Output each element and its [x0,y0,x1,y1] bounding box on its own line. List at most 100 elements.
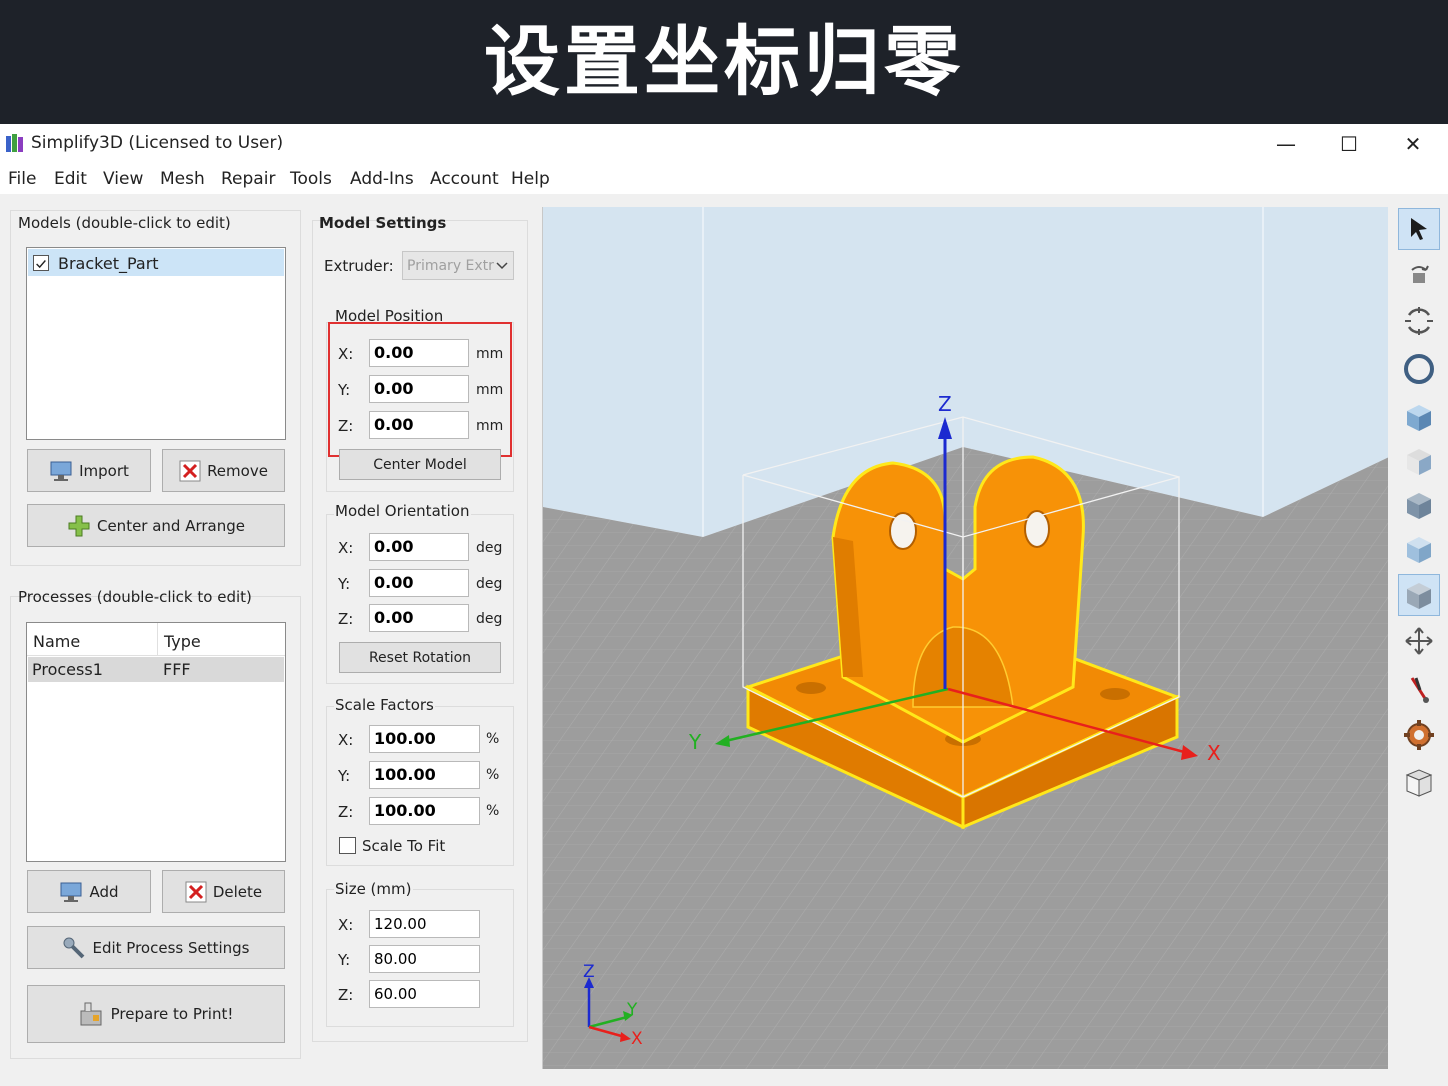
add-label: Add [89,882,119,901]
menu-view[interactable]: View [103,169,143,189]
cut-icon[interactable] [1398,668,1440,710]
x-axis-label: X [1207,741,1221,765]
extruder-label: Extruder: [324,257,394,275]
extruder-select[interactable]: Primary Extruder [402,251,514,280]
scale-y-unit: % [486,767,500,783]
window-title: Simplify3D (Licensed to User) [31,133,284,153]
center-arrange-button[interactable]: Center and Arrange [27,504,285,547]
close-button[interactable]: ✕ [1393,130,1433,158]
column-name[interactable]: Name [33,632,80,651]
orientation-y-label: Y: [338,575,351,593]
move-icon[interactable] [1398,254,1440,296]
gizmo-z-label: Z [583,962,595,982]
add-process-button[interactable]: Add [27,870,151,913]
view-front-icon[interactable] [1398,440,1440,482]
gear-icon[interactable] [1398,714,1440,756]
app-logo-icon [6,134,23,152]
scale-y-input[interactable]: 100.00 [369,761,480,789]
translate-icon[interactable] [1398,620,1440,662]
reset-rotation-button[interactable]: Reset Rotation [339,642,501,673]
model-checkbox[interactable] [33,255,49,271]
table-row[interactable]: Process1 FFF [28,657,284,682]
process-type: FFF [163,660,191,679]
print-icon [80,1002,102,1026]
edit-process-label: Edit Process Settings [92,938,250,957]
menu-repair[interactable]: Repair [221,169,275,189]
extruder-value: Primary Extruder [407,258,495,274]
add-icon [60,882,82,902]
menu-account[interactable]: Account [430,169,499,189]
import-icon [50,461,72,481]
menu-add-ins[interactable]: Add-Ins [350,169,414,189]
import-label: Import [79,461,129,480]
remove-button[interactable]: Remove [162,449,285,492]
model-name: Bracket_Part [58,254,159,273]
scale-to-fit-label[interactable]: Scale To Fit [362,837,445,855]
scale-to-fit-checkbox[interactable] [339,837,356,854]
import-button[interactable]: Import [27,449,151,492]
column-type[interactable]: Type [164,632,201,651]
delete-icon [185,881,207,902]
delete-process-button[interactable]: Delete [162,870,285,913]
scale-z-input[interactable]: 100.00 [369,797,480,825]
menu-mesh[interactable]: Mesh [160,169,205,189]
scale-z-unit: % [486,803,500,819]
gizmo-x-label: X [631,1029,643,1049]
orientation-x-label: X: [338,539,354,557]
center-model-label: Center Model [373,456,467,473]
menu-help[interactable]: Help [511,169,550,189]
menu-file[interactable]: File [8,169,36,189]
orientation-z-input[interactable]: 0.00 [369,604,469,632]
view-back-icon[interactable] [1398,484,1440,526]
orbit-icon[interactable] [1398,348,1440,390]
scale-factors-header: Scale Factors [334,696,435,714]
caption-banner: 设置坐标归零 [0,0,1448,124]
orientation-x-input[interactable]: 0.00 [369,533,469,561]
orientation-x-unit: deg [476,540,503,556]
window-titlebar: Simplify3D (Licensed to User) — ☐ ✕ [0,124,1448,164]
scale-x-input[interactable]: 100.00 [369,725,480,753]
menu-tools[interactable]: Tools [290,169,332,189]
remove-icon [179,460,201,481]
menu-edit[interactable]: Edit [54,169,87,189]
size-z-label: Z: [338,986,354,1004]
edit-process-settings-button[interactable]: Edit Process Settings [27,926,285,969]
size-y-label: Y: [338,951,351,969]
gizmo-y-label: Y [626,1000,638,1020]
chevron-down-icon [496,262,508,270]
models-header: Models (double-click to edit) [18,214,231,232]
scale-z-label: Z: [338,803,354,821]
table-header: Name Type [27,623,285,656]
list-item[interactable]: Bracket_Part [28,249,284,276]
remove-label: Remove [207,461,268,480]
orientation-z-unit: deg [476,611,503,627]
scale-x-unit: % [486,731,500,747]
processes-table[interactable]: Name Type Process1 FFF [26,622,286,862]
model-settings-header: Model Settings [319,214,447,232]
processes-header: Processes (double-click to edit) [18,588,252,606]
wrench-icon [63,937,85,958]
prepare-label: Prepare to Print! [110,1005,234,1023]
cube-outline-icon[interactable] [1398,762,1440,804]
prepare-to-print-button[interactable]: Prepare to Print! [27,985,285,1043]
menu-bar: File Edit View Mesh Repair Tools Add-Ins… [0,164,1448,194]
3d-viewport[interactable]: Z Y X Z Y X [542,207,1388,1069]
scale-y-label: Y: [338,767,351,785]
view-left-icon[interactable] [1398,528,1440,570]
models-list[interactable]: Bracket_Part [26,247,286,440]
y-axis-label: Y [688,730,702,754]
view-default-icon[interactable] [1398,396,1440,438]
scene: Z Y X Z Y X [543,207,1388,1069]
maximize-button[interactable]: ☐ [1329,130,1369,158]
select-icon[interactable] [1398,208,1440,250]
minimize-button[interactable]: — [1266,130,1306,158]
delete-label: Delete [212,882,263,901]
center-model-button[interactable]: Center Model [339,449,501,480]
orientation-z-label: Z: [338,610,354,628]
z-axis-label: Z [938,392,952,416]
rotate-icon[interactable] [1398,300,1440,342]
orientation-y-input[interactable]: 0.00 [369,569,469,597]
model-orientation-header: Model Orientation [334,502,471,520]
view-right-icon[interactable] [1398,574,1440,616]
reset-rotation-label: Reset Rotation [368,649,472,666]
